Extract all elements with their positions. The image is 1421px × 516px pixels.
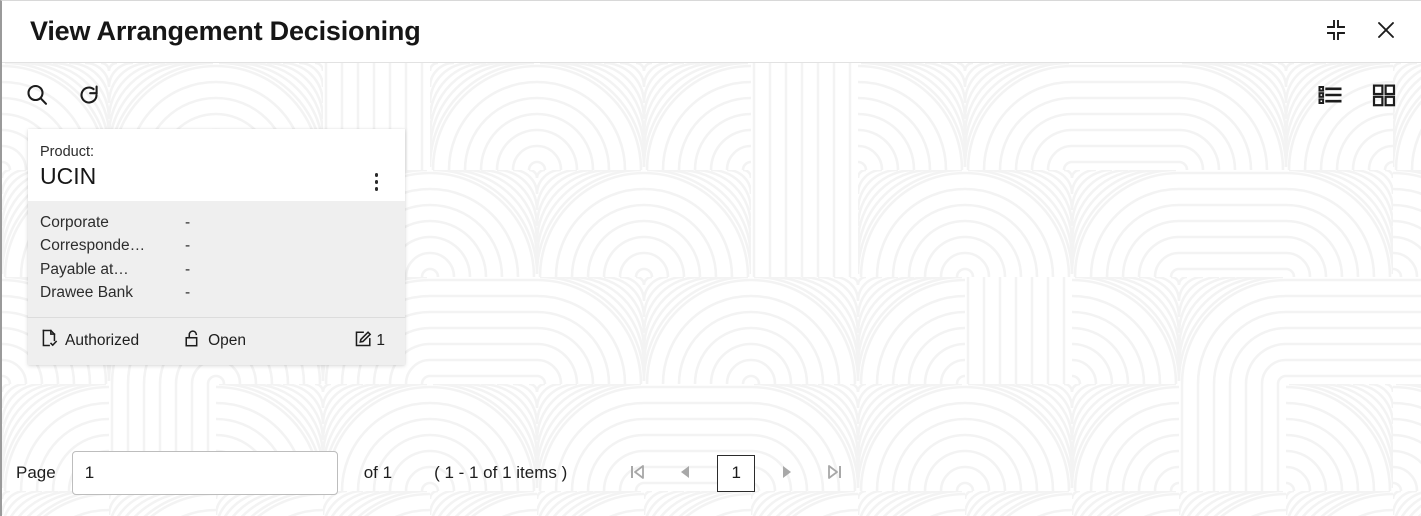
content-area: Product: UCIN Corporate - Corresponde… -… bbox=[2, 63, 1421, 516]
page-input[interactable] bbox=[71, 451, 338, 495]
detail-label: Drawee Bank bbox=[40, 284, 134, 302]
last-page-icon bbox=[825, 462, 845, 485]
current-page-button[interactable]: 1 bbox=[717, 454, 756, 492]
page-label: Page bbox=[16, 463, 56, 482]
authorization-status-label: Authorized bbox=[65, 331, 140, 349]
toolbar bbox=[2, 63, 1421, 129]
items-count-label: ( 1 - 1 of 1 items ) bbox=[434, 463, 568, 482]
detail-label: Corresponde… bbox=[40, 237, 146, 255]
kebab-menu-icon[interactable] bbox=[372, 170, 382, 194]
last-page-button[interactable] bbox=[811, 454, 859, 492]
search-icon bbox=[24, 82, 50, 111]
card-header: Product: UCIN bbox=[28, 129, 405, 201]
card-header-label: Product: bbox=[40, 144, 94, 160]
unlock-icon bbox=[183, 329, 202, 353]
first-page-icon bbox=[627, 462, 647, 485]
collapse-icon bbox=[1323, 17, 1349, 46]
modification-count[interactable]: 1 bbox=[354, 329, 385, 353]
authorization-status[interactable]: Authorized bbox=[40, 329, 139, 353]
kebab-dot bbox=[374, 173, 378, 177]
grid-view-button[interactable] bbox=[1367, 78, 1401, 115]
grid-view-icon bbox=[1371, 82, 1397, 111]
card-detail-row: Payable at… - bbox=[40, 258, 393, 282]
previous-page-icon bbox=[675, 462, 695, 485]
refresh-button[interactable] bbox=[72, 78, 106, 115]
record-state[interactable]: Open bbox=[183, 329, 246, 353]
title-bar-actions bbox=[1319, 13, 1403, 50]
refresh-icon bbox=[76, 82, 102, 111]
next-page-button[interactable] bbox=[763, 454, 811, 492]
next-page-icon bbox=[777, 462, 797, 485]
record-state-label: Open bbox=[208, 331, 247, 349]
total-pages-label: of 1 bbox=[363, 463, 393, 482]
pagination-bar: Page of 1 ( 1 - 1 of 1 items ) bbox=[2, 451, 1421, 495]
detail-value: - bbox=[185, 237, 191, 255]
detail-label: Payable at… bbox=[40, 260, 129, 278]
card-detail-row: Corresponde… - bbox=[40, 234, 393, 258]
collapse-button[interactable] bbox=[1319, 13, 1353, 50]
list-view-icon bbox=[1317, 82, 1343, 111]
toolbar-right-group bbox=[1313, 78, 1401, 115]
pagination-controls: 1 bbox=[613, 454, 859, 492]
card-header-value: UCIN bbox=[40, 163, 97, 190]
card-grid: Product: UCIN Corporate - Corresponde… -… bbox=[2, 129, 1421, 365]
kebab-dot bbox=[374, 180, 378, 184]
card-body: Corporate - Corresponde… - Payable at… -… bbox=[28, 200, 405, 317]
card-detail-row: Drawee Bank - bbox=[40, 281, 393, 305]
close-icon bbox=[1373, 17, 1399, 46]
card-footer: Authorized Open 1 bbox=[28, 316, 405, 365]
modification-count-label: 1 bbox=[376, 331, 385, 349]
close-button[interactable] bbox=[1369, 13, 1403, 50]
edit-square-icon bbox=[354, 329, 373, 353]
title-bar: View Arrangement Decisioning bbox=[2, 1, 1421, 63]
toolbar-left-group bbox=[20, 78, 106, 115]
detail-value: - bbox=[185, 284, 191, 302]
first-page-button[interactable] bbox=[613, 454, 661, 492]
list-view-button[interactable] bbox=[1313, 78, 1347, 115]
document-check-icon bbox=[40, 329, 59, 353]
kebab-dot bbox=[374, 187, 378, 191]
detail-value: - bbox=[185, 260, 191, 278]
arrangement-card[interactable]: Product: UCIN Corporate - Corresponde… -… bbox=[28, 129, 405, 365]
page-title: View Arrangement Decisioning bbox=[30, 16, 421, 46]
detail-label: Corporate bbox=[40, 213, 109, 231]
card-detail-row: Corporate - bbox=[40, 211, 393, 235]
previous-page-button[interactable] bbox=[661, 454, 709, 492]
app-window: View Arrangement Decisioning Product: UC… bbox=[0, 0, 1421, 516]
search-button[interactable] bbox=[20, 78, 54, 115]
detail-value: - bbox=[185, 213, 191, 231]
